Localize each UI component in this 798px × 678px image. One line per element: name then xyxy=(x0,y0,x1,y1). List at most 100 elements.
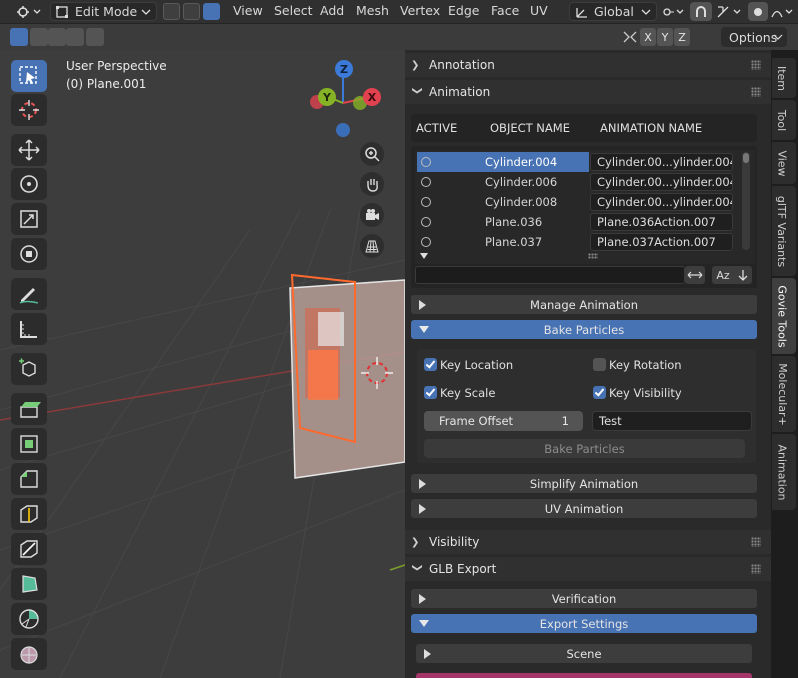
camera-view-button[interactable] xyxy=(360,203,384,227)
export-settings-subpanel[interactable]: Export Settings xyxy=(411,614,757,633)
zoom-button[interactable] xyxy=(360,142,384,166)
drag-handle-icon[interactable] xyxy=(751,87,761,97)
active-radio[interactable] xyxy=(421,217,431,227)
glb-export-section-header[interactable]: ❯ GLB Export xyxy=(405,557,771,581)
filter-input[interactable] xyxy=(415,266,685,284)
vertex-select-mode[interactable] xyxy=(163,3,180,20)
edge-select-mode[interactable] xyxy=(183,3,200,20)
drag-handle-icon[interactable] xyxy=(751,564,761,574)
falloff-dropdown[interactable] xyxy=(770,2,796,21)
move-tool[interactable] xyxy=(11,134,47,166)
active-radio[interactable] xyxy=(421,237,431,247)
select-subtract-mode[interactable] xyxy=(48,28,66,46)
menu-uv[interactable]: UV xyxy=(530,3,548,18)
animation-name-field[interactable]: Cylinder.00...ylinder.004 xyxy=(590,173,733,191)
tab-animation[interactable]: Animation xyxy=(775,434,789,510)
key-scale-checkbox[interactable] xyxy=(424,386,437,399)
menu-view[interactable]: View xyxy=(233,3,263,18)
key-visibility-checkbox[interactable] xyxy=(593,386,606,399)
active-radio[interactable] xyxy=(421,177,431,187)
menu-vertex[interactable]: Vertex xyxy=(400,3,440,18)
uv-animation-subpanel[interactable]: UV Animation xyxy=(411,499,757,518)
select-invert-mode[interactable] xyxy=(66,28,84,46)
simplify-animation-subpanel[interactable]: Simplify Animation xyxy=(411,474,757,493)
expand-list-icon[interactable] xyxy=(420,253,428,259)
list-item[interactable]: Plane.036 Plane.036Action.007 xyxy=(417,212,733,232)
rotate-tool[interactable] xyxy=(11,168,47,200)
resize-handle-icon[interactable] xyxy=(588,253,598,259)
bevel-tool[interactable] xyxy=(11,463,47,495)
list-item[interactable]: Cylinder.008 Cylinder.00...ylinder.004 xyxy=(417,192,733,212)
visibility-section-header[interactable]: ❯ Visibility xyxy=(405,530,771,554)
key-location-checkbox[interactable] xyxy=(424,358,437,371)
animation-name-field[interactable]: Cylinder.00...ylinder.004 xyxy=(590,193,733,211)
active-radio[interactable] xyxy=(421,157,431,167)
mirror-z-toggle[interactable]: Z xyxy=(674,28,690,46)
select-new-mode[interactable] xyxy=(10,28,28,46)
list-item[interactable]: Cylinder.006 Cylinder.00...ylinder.004 xyxy=(417,172,733,192)
mirror-icon[interactable] xyxy=(620,28,640,46)
scene-subpanel[interactable]: Scene xyxy=(416,644,752,663)
manage-animation-subpanel[interactable]: Manage Animation xyxy=(411,295,757,314)
cursor-tool[interactable] xyxy=(11,94,47,126)
add-cube-tool[interactable] xyxy=(11,353,47,385)
sort-reverse-button[interactable] xyxy=(734,266,752,284)
animation-name-field[interactable]: Cylinder.00...ylinder.004 xyxy=(590,153,733,171)
list-scrollbar[interactable] xyxy=(742,152,750,250)
face-select-mode[interactable] xyxy=(203,3,220,20)
tab-tool[interactable]: Tool xyxy=(775,100,789,140)
animation-name-field[interactable]: Plane.037Action.007 xyxy=(590,233,733,251)
menu-select[interactable]: Select xyxy=(274,3,313,18)
tab-gltf-variants[interactable]: glTF Variants xyxy=(775,186,789,276)
gizmo-x-axis[interactable]: X xyxy=(363,88,381,106)
pivot-point-dropdown[interactable] xyxy=(659,2,687,21)
animation-section-header[interactable]: ❯ Animation xyxy=(405,80,771,104)
select-extend-mode[interactable] xyxy=(30,28,48,46)
sort-alpha-button[interactable]: Az xyxy=(712,266,734,284)
mirror-y-toggle[interactable]: Y xyxy=(657,28,673,46)
editor-type-dropdown[interactable] xyxy=(14,2,44,21)
scale-tool[interactable] xyxy=(11,203,47,235)
annotation-section-header[interactable]: ❯ Annotation xyxy=(405,53,771,77)
drag-handle-icon[interactable] xyxy=(751,60,761,70)
transform-tool[interactable] xyxy=(11,238,47,270)
active-radio[interactable] xyxy=(421,197,431,207)
bake-particles-button[interactable]: Bake Particles xyxy=(424,439,745,458)
gizmo-y-axis[interactable]: Y xyxy=(318,88,336,106)
snap-toggle[interactable] xyxy=(690,2,712,21)
smooth-tool[interactable] xyxy=(11,638,47,670)
knife-tool[interactable] xyxy=(11,533,47,565)
list-item[interactable]: Plane.037 Plane.037Action.007 xyxy=(417,232,733,252)
measure-tool[interactable] xyxy=(11,313,47,345)
inset-tool[interactable] xyxy=(11,428,47,460)
select-box-tool[interactable] xyxy=(11,60,47,92)
menu-face[interactable]: Face xyxy=(491,3,519,18)
select-intersect-mode[interactable] xyxy=(86,28,104,46)
menu-mesh[interactable]: Mesh xyxy=(356,3,389,18)
scrollbar-thumb[interactable] xyxy=(743,153,749,163)
poly-build-tool[interactable] xyxy=(11,568,47,600)
tab-govie-tools[interactable]: Govie Tools xyxy=(775,278,789,354)
tab-item[interactable]: Item xyxy=(775,58,789,98)
extrude-tool[interactable] xyxy=(11,393,47,425)
loop-cut-tool[interactable] xyxy=(11,498,47,530)
annotate-tool[interactable] xyxy=(11,278,47,310)
mirror-x-toggle[interactable]: X xyxy=(640,28,656,46)
menu-add[interactable]: Add xyxy=(320,3,344,18)
tab-molecular[interactable]: Molecular+ xyxy=(775,356,789,432)
options-dropdown[interactable]: Options xyxy=(721,27,787,47)
bake-particles-subpanel[interactable]: Bake Particles xyxy=(411,320,757,339)
animation-name-field[interactable]: Plane.036Action.007 xyxy=(590,213,733,231)
spin-tool[interactable] xyxy=(11,603,47,635)
key-rotation-checkbox[interactable] xyxy=(593,358,606,371)
verification-subpanel[interactable]: Verification xyxy=(411,589,757,608)
snap-target-dropdown[interactable] xyxy=(714,2,744,21)
name-input[interactable]: Test xyxy=(592,411,752,431)
perspective-toggle-button[interactable] xyxy=(360,234,384,258)
drag-handle-icon[interactable] xyxy=(751,537,761,547)
gizmo-z-axis[interactable]: Z xyxy=(335,60,353,78)
mode-dropdown[interactable]: Edit Mode xyxy=(50,2,157,21)
list-item[interactable]: Cylinder.004 Cylinder.00...ylinder.004 xyxy=(417,152,733,172)
frame-offset-field[interactable]: Frame Offset 1 xyxy=(424,411,583,431)
pan-button[interactable] xyxy=(360,172,384,196)
